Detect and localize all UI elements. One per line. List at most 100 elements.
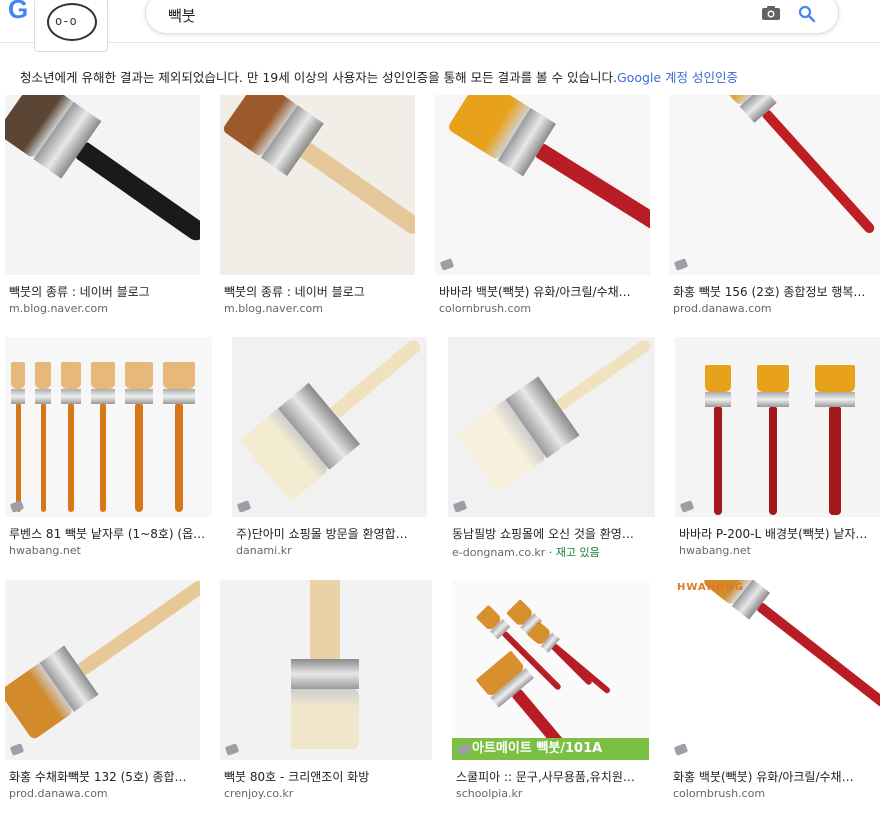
result-caption[interactable]: 바바라 백붓(빽붓) 유화/아크릴/수채… <box>439 283 650 300</box>
brush-handle <box>77 580 200 676</box>
result-thumbnail[interactable] <box>675 337 880 517</box>
result-thumbnail[interactable] <box>669 95 880 275</box>
result-caption[interactable]: 동남필방 쇼핑몰에 오신 것을 환영… <box>452 525 655 542</box>
image-result-card[interactable]: 빽붓의 종류 : 네이버 블로그 m.blog.naver.com <box>220 95 415 319</box>
result-source[interactable]: crenjoy.co.kr <box>224 787 293 800</box>
result-source-domain[interactable]: schoolpia.kr <box>456 787 522 800</box>
brush-bristles <box>163 362 195 389</box>
search-input[interactable] <box>166 5 730 25</box>
result-caption[interactable]: 화홍 백붓(빽붓) 유화/아크릴/수채… <box>673 768 880 785</box>
result-source[interactable]: danami.kr <box>236 544 292 557</box>
brush-ferrule <box>815 392 855 407</box>
brush-image <box>701 580 880 718</box>
image-result-card[interactable]: HWAHONG 화홍 백붓(빽붓) 유화/아크릴/수채… colornbrush.c… <box>669 580 880 804</box>
result-source-domain[interactable]: m.blog.naver.com <box>9 302 108 315</box>
product-tag-icon <box>224 743 240 756</box>
result-caption[interactable]: 빽붓의 종류 : 네이버 블로그 <box>224 283 415 300</box>
brush-image <box>239 337 427 502</box>
result-source-domain[interactable]: prod.danawa.com <box>673 302 772 315</box>
image-result-card[interactable]: 아트메이트 빽붓/101A스쿨피아 :: 문구,사무용품,유치원…schoolp… <box>452 580 649 804</box>
brush-bristles <box>125 362 153 389</box>
brush-handle <box>329 337 424 419</box>
image-result-card[interactable]: 주)단아미 쇼핑몰 방문을 환영합… danami.kr <box>232 337 427 561</box>
result-source[interactable]: prod.danawa.com <box>673 302 772 315</box>
image-result-card[interactable]: 루벤스 81 빽붓 낱자루 (1~8호) (옵… hwabang.net <box>5 337 212 561</box>
result-thumbnail[interactable]: 아트메이트 빽붓/101A <box>452 580 649 760</box>
result-thumbnail[interactable]: HWAHONG <box>669 580 880 760</box>
image-result-card[interactable]: 화홍 빽붓 156 (2호) 종합정보 행복… prod.danawa.com <box>669 95 880 319</box>
result-source[interactable]: colornbrush.com <box>673 787 765 800</box>
result-caption[interactable]: 빽붓 80호 - 크리앤조이 화방 <box>224 768 432 785</box>
result-source-domain[interactable]: e-dongnam.co.kr <box>452 546 545 559</box>
result-source[interactable]: prod.danawa.com <box>9 787 108 800</box>
brush-image <box>456 337 655 493</box>
adult-verification-link[interactable]: Google 계정 성인인증 <box>617 70 738 85</box>
product-banner: 아트메이트 빽붓/101A <box>452 738 649 760</box>
result-thumbnail[interactable] <box>5 337 212 517</box>
result-caption[interactable]: 스쿨피아 :: 문구,사무용품,유치원… <box>456 768 649 785</box>
image-result-card[interactable]: 빽붓의 종류 : 네이버 블로그 m.blog.naver.com <box>5 95 200 319</box>
result-source-domain[interactable]: m.blog.naver.com <box>224 302 323 315</box>
result-caption[interactable]: 주)단아미 쇼핑몰 방문을 환영합… <box>236 525 427 542</box>
brush-ferrule <box>11 389 25 404</box>
brush-handle <box>310 580 340 659</box>
brush-handle <box>135 404 143 512</box>
brush-handle <box>756 602 880 709</box>
brush-handle <box>555 337 653 411</box>
result-caption[interactable]: 빽붓의 종류 : 네이버 블로그 <box>9 283 200 300</box>
result-thumbnail[interactable] <box>5 580 200 760</box>
brush-ferrule <box>291 659 359 689</box>
result-source[interactable]: m.blog.naver.com <box>9 302 108 315</box>
image-result-card[interactable]: 동남필방 쇼핑몰에 오신 것을 환영… e-dongnam.co.kr · 재고 … <box>448 337 655 561</box>
brush-bristles <box>35 362 51 389</box>
result-source[interactable]: schoolpia.kr <box>456 787 522 800</box>
result-caption[interactable]: 화홍 수채화빽붓 132 (5호) 종합… <box>9 768 200 785</box>
result-thumbnail[interactable] <box>232 337 427 517</box>
product-tag-icon <box>236 500 252 513</box>
brush-handle <box>535 143 650 237</box>
image-result-card[interactable]: 화홍 수채화빽붓 132 (5호) 종합… prod.danawa.com <box>5 580 200 804</box>
search-icon[interactable] <box>798 5 816 23</box>
doodle-glasses-icon: o-o <box>55 14 77 28</box>
result-source[interactable]: e-dongnam.co.kr · 재고 있음 <box>452 544 600 560</box>
brush-image <box>163 362 195 512</box>
brush-image <box>714 95 880 242</box>
doodle-logo[interactable]: o-o <box>34 0 108 52</box>
product-tag-icon <box>452 500 468 513</box>
result-source-domain[interactable]: colornbrush.com <box>439 302 531 315</box>
brush-bristles <box>61 362 81 389</box>
result-caption[interactable]: 화홍 빽붓 156 (2호) 종합정보 행복… <box>673 283 880 300</box>
search-box[interactable] <box>145 0 839 34</box>
result-source[interactable]: hwabang.net <box>679 544 751 557</box>
brush-handle <box>99 404 107 512</box>
result-source-domain[interactable]: colornbrush.com <box>673 787 765 800</box>
google-logo[interactable]: G <box>8 0 28 25</box>
brush-bristles <box>705 365 731 392</box>
result-thumbnail[interactable] <box>220 580 432 760</box>
result-thumbnail[interactable] <box>435 95 650 275</box>
brush-handle <box>768 407 778 515</box>
result-caption[interactable]: 루벤스 81 빽붓 낱자루 (1~8호) (옵… <box>9 525 212 542</box>
result-thumbnail[interactable] <box>448 337 655 517</box>
safe-search-notice: 청소년에게 유해한 결과는 제외되었습니다. 만 19세 이상의 사용자는 성인… <box>20 67 738 86</box>
top-bar: G o-o <box>0 0 880 52</box>
result-thumbnail[interactable] <box>220 95 415 275</box>
result-source[interactable]: hwabang.net <box>9 544 81 557</box>
result-caption[interactable]: 바바라 P-200-L 배경붓(빽붓) 낱자… <box>679 525 880 542</box>
result-source-domain[interactable]: prod.danawa.com <box>9 787 108 800</box>
result-source-domain[interactable]: crenjoy.co.kr <box>224 787 293 800</box>
result-source[interactable]: m.blog.naver.com <box>224 302 323 315</box>
result-source-domain[interactable]: hwabang.net <box>9 544 81 557</box>
brush-bristles <box>757 365 789 392</box>
brush-image <box>5 580 200 741</box>
image-result-card[interactable]: 바바라 백붓(빽붓) 유화/아크릴/수채… colornbrush.com <box>435 95 650 319</box>
result-source-domain[interactable]: danami.kr <box>236 544 292 557</box>
result-source[interactable]: colornbrush.com <box>439 302 531 315</box>
image-result-card[interactable]: 빽붓 80호 - 크리앤조이 화방 crenjoy.co.kr <box>220 580 432 804</box>
image-result-card[interactable]: 바바라 P-200-L 배경붓(빽붓) 낱자… hwabang.net <box>675 337 880 561</box>
brush-handle <box>300 142 415 238</box>
camera-search-icon[interactable] <box>762 6 780 20</box>
brush-image <box>11 362 25 512</box>
result-source-domain[interactable]: hwabang.net <box>679 544 751 557</box>
result-thumbnail[interactable] <box>5 95 200 275</box>
